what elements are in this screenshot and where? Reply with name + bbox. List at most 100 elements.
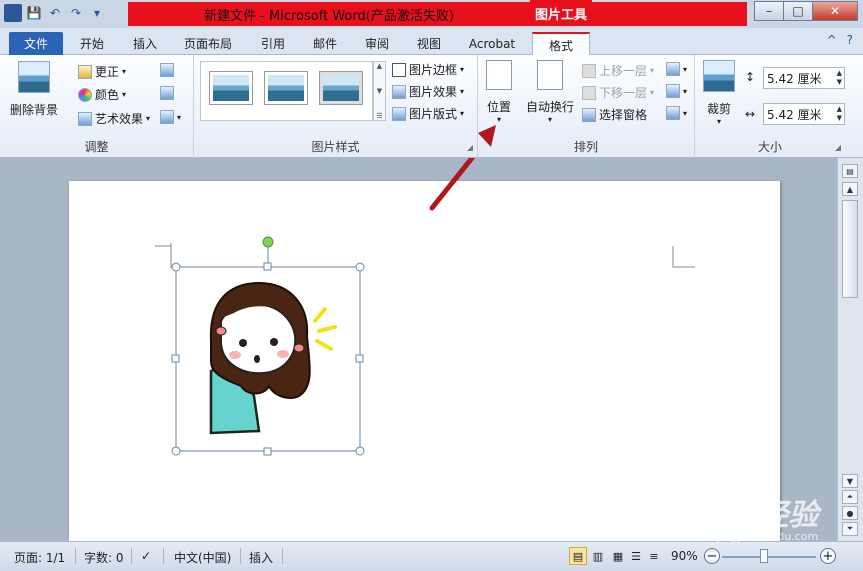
word-app-icon[interactable]: W xyxy=(4,4,22,22)
gallery-more-icon[interactable]: ☰ xyxy=(376,112,382,120)
zoom-level[interactable]: 90% xyxy=(671,549,698,563)
picture-style-shadow[interactable] xyxy=(319,71,363,105)
width-spinner-icon[interactable]: ▲ ▼ xyxy=(837,105,842,123)
zoom-in-button[interactable]: + xyxy=(820,548,836,564)
size-dialog-launcher-icon[interactable]: ◢ xyxy=(835,143,841,152)
tab-mailings[interactable]: 邮件 xyxy=(303,32,347,55)
previous-page-icon[interactable]: ⏶ xyxy=(842,490,858,504)
insert-mode-indicator[interactable]: 插入 xyxy=(249,549,273,566)
picture-style-simple-frame[interactable] xyxy=(209,71,253,105)
picture-effects-button[interactable]: 图片效果 ▾ xyxy=(392,83,464,100)
browse-object-icon[interactable]: ● xyxy=(842,506,858,520)
tab-home[interactable]: 开始 xyxy=(70,32,114,55)
compress-pictures-icon[interactable] xyxy=(160,63,174,77)
height-field[interactable]: 5.42 厘米 ▲ ▼ xyxy=(763,67,845,89)
gallery-up-icon[interactable]: ▲ xyxy=(377,62,382,70)
maximize-button[interactable]: □ xyxy=(783,1,813,21)
height-spinner-icon[interactable]: ▲ ▼ xyxy=(837,69,842,87)
bring-forward-label: 上移一层 xyxy=(599,64,648,78)
tab-insert[interactable]: 插入 xyxy=(123,32,167,55)
zoom-out-button[interactable]: − xyxy=(704,548,720,564)
crop-button[interactable]: 裁剪 ▾ xyxy=(703,60,735,126)
next-page-icon[interactable]: ⏷ xyxy=(842,522,858,536)
height-value: 5.42 厘米 xyxy=(767,71,822,86)
picture-layout-button[interactable]: 图片版式 ▾ xyxy=(392,105,464,122)
group-size: 裁剪 ▾ ↕ 5.42 厘米 ▲ ▼ ↔ 5.42 厘米 ▲ ▼ 大小 ◢ xyxy=(695,55,845,158)
tab-file[interactable]: 文件 xyxy=(9,32,63,55)
minimize-button[interactable]: – xyxy=(754,1,784,21)
undo-icon[interactable]: ↶ xyxy=(46,4,64,22)
close-button[interactable]: ✕ xyxy=(812,1,858,21)
corrections-label: 更正 xyxy=(95,65,120,79)
change-picture-icon[interactable] xyxy=(160,86,174,100)
rotate-icon[interactable]: ▾ xyxy=(666,106,687,120)
help-icon[interactable]: ? xyxy=(847,33,853,47)
tab-view[interactable]: 视图 xyxy=(407,32,451,55)
artistic-effects-button[interactable]: 艺术效果 ▾ xyxy=(78,110,150,127)
handle-top-left xyxy=(171,262,181,272)
picture-layout-label: 图片版式 xyxy=(409,107,458,121)
ruler-toggle-icon[interactable]: ▤ xyxy=(842,164,858,178)
remove-background-button[interactable]: 删除背景 xyxy=(10,61,58,118)
scroll-up-icon[interactable]: ▲ xyxy=(842,182,858,196)
send-backward-button[interactable]: 下移一层 ▾ xyxy=(582,84,654,101)
title-bar: W 💾 ↶ ↷ ▾ 新建文件 - Microsoft Word(产品激活失败) … xyxy=(0,0,863,28)
vertical-scrollbar[interactable]: ▤ ▲ ▼ ⏶ ● ⏷ xyxy=(837,158,863,541)
zoom-slider-track[interactable] xyxy=(722,556,816,558)
dialog-launcher-icon[interactable]: ◢ xyxy=(467,143,473,152)
scrollbar-thumb[interactable] xyxy=(842,200,858,298)
save-icon[interactable]: 💾 xyxy=(25,4,43,22)
document-page[interactable] xyxy=(69,181,780,541)
document-workspace xyxy=(0,158,837,541)
proofing-icon[interactable]: ✓ xyxy=(141,549,151,563)
gallery-scrollbar[interactable]: ▲ ▼ ☰ xyxy=(373,61,386,121)
width-field[interactable]: 5.42 厘米 ▲ ▼ xyxy=(763,103,845,125)
language-indicator[interactable]: 中文(中国) xyxy=(174,549,231,566)
print-layout-view-icon[interactable]: ▤ xyxy=(569,547,587,565)
reset-picture-icon[interactable]: ▾ xyxy=(160,110,181,124)
selection-pane-icon xyxy=(582,107,596,122)
window-title: 新建文件 - Microsoft Word(产品激活失败) xyxy=(128,2,530,26)
crop-icon xyxy=(703,60,735,92)
color-button[interactable]: 颜色 ▾ xyxy=(78,86,126,103)
group-adjust: 删除背景 更正 ▾ 颜色 ▾ 艺术效果 ▾ ▾ 调整 xyxy=(0,55,194,158)
collapse-ribbon-icon[interactable]: ^ xyxy=(827,33,837,47)
draft-view-icon[interactable]: ≡ xyxy=(645,547,663,565)
handle-bottom-right xyxy=(355,446,365,456)
zoom-slider-thumb[interactable] xyxy=(760,549,768,563)
gallery-down-icon[interactable]: ▼ xyxy=(377,87,382,95)
group-objects-icon[interactable]: ▾ xyxy=(666,84,687,98)
watermark-brand: Baidu经验 xyxy=(662,498,819,533)
group-picture-styles-label: 图片样式 xyxy=(311,140,360,154)
position-button[interactable]: 位置 ▾ xyxy=(486,60,512,124)
bring-forward-button[interactable]: 上移一层 ▾ xyxy=(582,62,654,79)
height-icon: ↕ xyxy=(745,70,756,84)
align-icon[interactable]: ▾ xyxy=(666,62,687,76)
outline-view-icon[interactable]: ☰ xyxy=(627,547,645,565)
tab-review[interactable]: 审阅 xyxy=(355,32,399,55)
scroll-down-icon[interactable]: ▼ xyxy=(842,474,858,488)
picture-effects-label: 图片效果 xyxy=(409,85,458,99)
wrap-text-icon xyxy=(537,60,563,90)
page-count[interactable]: 页面: 1/1 xyxy=(14,549,65,566)
picture-style-soft-edge[interactable] xyxy=(264,71,308,105)
handle-bottom xyxy=(263,447,272,456)
handle-left xyxy=(171,354,180,363)
corrections-button[interactable]: 更正 ▾ xyxy=(78,63,126,80)
word-count[interactable]: 字数: 0 xyxy=(84,549,124,566)
tab-acrobat[interactable]: Acrobat xyxy=(460,32,524,55)
group-adjust-label: 调整 xyxy=(84,140,109,154)
status-bar: 页面: 1/1 字数: 0 ✓ 中文(中国) 插入 ▤ ▥ ▦ ☰ ≡ 90% … xyxy=(0,541,863,571)
tab-format[interactable]: 格式 xyxy=(532,32,590,56)
full-screen-reading-icon[interactable]: ▥ xyxy=(589,547,607,565)
tab-page-layout[interactable]: 页面布局 xyxy=(175,32,241,55)
picture-border-button[interactable]: 图片边框 ▾ xyxy=(392,61,464,78)
wrap-text-button[interactable]: 自动换行 ▾ xyxy=(526,60,574,124)
ribbon-right-controls: ^ ? xyxy=(827,33,853,47)
sun-icon xyxy=(78,64,92,79)
tab-references[interactable]: 引用 xyxy=(251,32,295,55)
selection-pane-button[interactable]: 选择窗格 xyxy=(582,106,647,123)
web-layout-icon[interactable]: ▦ xyxy=(609,547,627,565)
customize-qat-icon[interactable]: ▾ xyxy=(88,4,106,22)
redo-icon[interactable]: ↷ xyxy=(67,4,85,22)
